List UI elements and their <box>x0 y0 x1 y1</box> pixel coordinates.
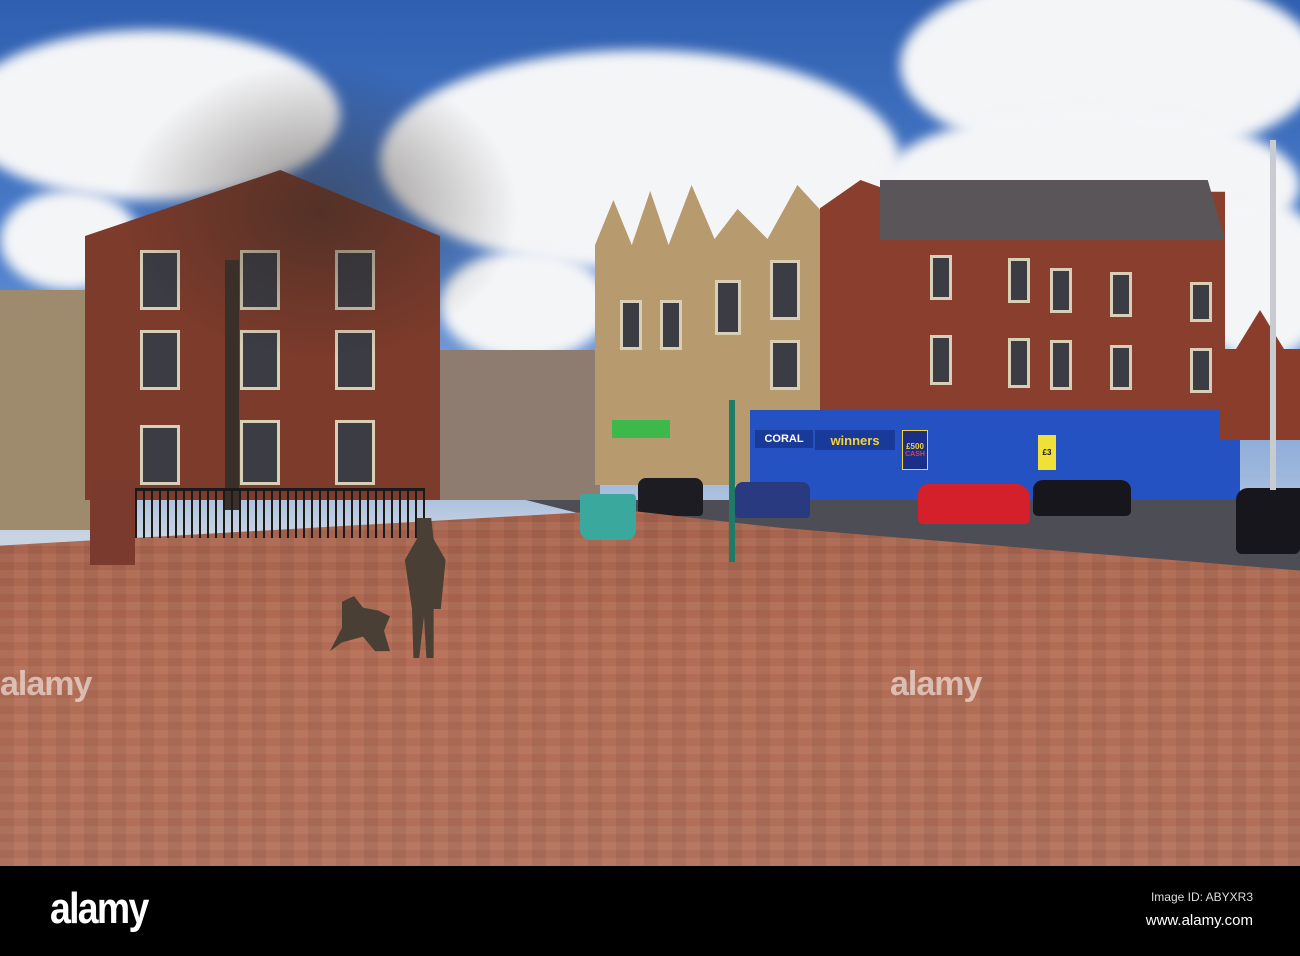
slate-roof <box>880 180 1225 240</box>
street-lamp <box>1270 140 1276 490</box>
blue-car <box>735 482 810 518</box>
window <box>770 340 800 390</box>
window <box>1008 338 1030 388</box>
window <box>1008 258 1030 303</box>
image-id: Image ID: ABYXR3 <box>1150 890 1253 904</box>
winners-sign: winners <box>815 430 895 450</box>
window <box>1050 268 1072 313</box>
planter <box>580 494 636 540</box>
window <box>660 300 682 350</box>
watermark: alamy <box>0 665 92 703</box>
window <box>620 300 642 350</box>
window <box>715 280 741 335</box>
window <box>240 420 280 485</box>
dark-car <box>1033 480 1131 516</box>
window <box>335 420 375 485</box>
coral-sign: CORAL <box>755 430 813 448</box>
green-shop-sign <box>612 420 670 438</box>
red-car <box>918 484 1030 524</box>
footer-bar: alamy Image ID: ABYXR3 www.alamy.com <box>0 866 1300 956</box>
distant-buildings <box>440 350 600 500</box>
window <box>1110 272 1132 317</box>
alamy-logo: alamy <box>50 884 149 933</box>
window <box>1190 348 1212 393</box>
signpost <box>729 400 735 562</box>
window <box>140 425 180 485</box>
black-car <box>638 478 703 516</box>
street-scene-photo: CORAL winners £500 CASH £3 alamy alamy <box>0 0 1300 866</box>
watermark: alamy <box>890 665 982 703</box>
alamy-url[interactable]: www.alamy.com <box>1146 912 1253 929</box>
window <box>140 330 180 390</box>
bare-tree-crown <box>120 60 520 360</box>
window <box>1050 340 1072 390</box>
window <box>930 335 952 385</box>
prize-cash: CASH <box>905 451 925 458</box>
iron-railing <box>135 488 425 538</box>
prize-poster: £500 CASH <box>902 430 928 470</box>
window <box>1110 345 1132 390</box>
tree-trunk <box>225 260 239 510</box>
gate-pillar <box>90 480 135 565</box>
parked-car-right <box>1236 488 1300 554</box>
window <box>1190 282 1212 322</box>
stone-building-left <box>0 290 90 530</box>
window <box>770 260 800 320</box>
yellow-poster: £3 <box>1038 435 1056 470</box>
brick-plaza <box>0 510 1300 866</box>
prize-amount: £500 <box>906 442 924 451</box>
window <box>930 255 952 300</box>
